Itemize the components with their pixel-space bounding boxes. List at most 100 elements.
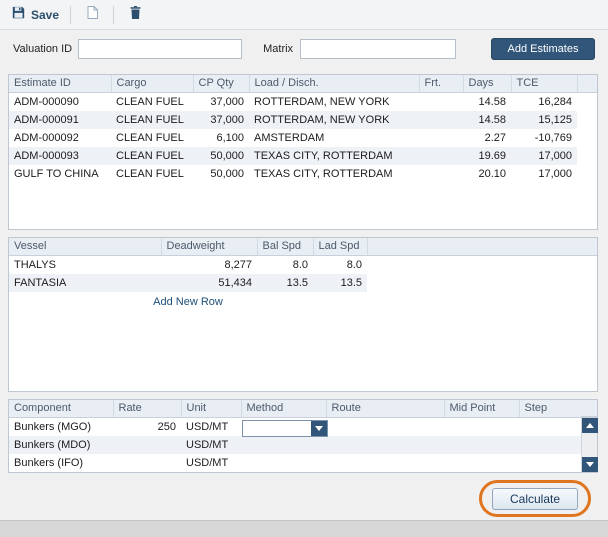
- add-new-row-link[interactable]: Add New Row: [153, 296, 223, 308]
- table-row[interactable]: GULF TO CHINACLEAN FUEL50,000TEXAS CITY,…: [9, 165, 597, 183]
- toolbar-separator: [113, 6, 114, 24]
- column-header: Cargo: [111, 75, 193, 93]
- table-cell[interactable]: [419, 165, 463, 183]
- column-header: Component: [9, 400, 113, 418]
- save-button[interactable]: Save: [12, 6, 59, 24]
- table-cell[interactable]: [113, 454, 181, 472]
- method-dropdown-value: [243, 421, 311, 436]
- table-cell[interactable]: [444, 418, 519, 437]
- table-cell[interactable]: 51,434: [161, 274, 257, 292]
- table-cell[interactable]: USD/MT: [181, 436, 241, 454]
- table-cell[interactable]: -10,769: [511, 129, 577, 147]
- chevron-down-icon[interactable]: [311, 421, 327, 436]
- table-row[interactable]: THALYS8,2778.08.0: [9, 256, 597, 275]
- table-cell[interactable]: USD/MT: [181, 454, 241, 472]
- table-cell[interactable]: 8.0: [313, 256, 367, 275]
- table-row[interactable]: FANTASIA51,43413.513.5: [9, 274, 597, 292]
- table-cell[interactable]: 37,000: [193, 93, 249, 112]
- add-estimates-button[interactable]: Add Estimates: [491, 38, 595, 60]
- scroll-down-button[interactable]: [582, 457, 598, 472]
- table-cell[interactable]: THALYS: [9, 256, 161, 275]
- table-cell[interactable]: [326, 454, 444, 472]
- table-cell[interactable]: [419, 129, 463, 147]
- table-cell[interactable]: [113, 436, 181, 454]
- column-header: Rate: [113, 400, 181, 418]
- table-cell[interactable]: ROTTERDAM, NEW YORK: [249, 93, 419, 112]
- column-header: Mid Point: [444, 400, 519, 418]
- table-cell[interactable]: Bunkers (MGO): [9, 418, 113, 437]
- table-cell[interactable]: AMSTERDAM: [249, 129, 419, 147]
- table-cell[interactable]: 19.69: [463, 147, 511, 165]
- table-cell[interactable]: ADM-000092: [9, 129, 111, 147]
- table-cell[interactable]: CLEAN FUEL: [111, 129, 193, 147]
- table-cell[interactable]: USD/MT: [181, 418, 241, 437]
- new-document-button[interactable]: [82, 5, 102, 25]
- table-row[interactable]: ADM-000092CLEAN FUEL6,100AMSTERDAM 2.27-1…: [9, 129, 597, 147]
- table-cell[interactable]: CLEAN FUEL: [111, 147, 193, 165]
- matrix-input[interactable]: [300, 39, 456, 59]
- table-cell[interactable]: 13.5: [257, 274, 313, 292]
- table-cell[interactable]: 2.27: [463, 129, 511, 147]
- column-header: Estimate ID: [9, 75, 111, 93]
- table-cell[interactable]: [419, 93, 463, 112]
- table-cell[interactable]: TEXAS CITY, ROTTERDAM: [249, 165, 419, 183]
- table-row[interactable]: Bunkers (IFO) USD/MT: [9, 454, 597, 472]
- table-cell[interactable]: TEXAS CITY, ROTTERDAM: [249, 147, 419, 165]
- table-cell[interactable]: [419, 111, 463, 129]
- table-cell[interactable]: 15,125: [511, 111, 577, 129]
- table-row[interactable]: ADM-000090CLEAN FUEL37,000ROTTERDAM, NEW…: [9, 93, 597, 112]
- column-header: Lad Spd: [313, 238, 367, 256]
- table-cell[interactable]: [444, 436, 519, 454]
- table-cell[interactable]: ADM-000090: [9, 93, 111, 112]
- table-cell[interactable]: ROTTERDAM, NEW YORK: [249, 111, 419, 129]
- table-cell[interactable]: Bunkers (IFO): [9, 454, 113, 472]
- column-header: Unit: [181, 400, 241, 418]
- table-cell[interactable]: CLEAN FUEL: [111, 111, 193, 129]
- table-row[interactable]: ADM-000093CLEAN FUEL50,000TEXAS CITY, RO…: [9, 147, 597, 165]
- table-cell[interactable]: [444, 454, 519, 472]
- column-header: Bal Spd: [257, 238, 313, 256]
- vessels-panel: VesselDeadweightBal SpdLad Spd THALYS8,2…: [8, 237, 598, 392]
- calculate-button[interactable]: Calculate: [492, 488, 578, 510]
- vertical-scrollbar[interactable]: [581, 418, 597, 472]
- valuation-id-input[interactable]: [78, 39, 242, 59]
- column-header: Vessel: [9, 238, 161, 256]
- table-cell[interactable]: 14.58: [463, 111, 511, 129]
- table-cell[interactable]: 13.5: [313, 274, 367, 292]
- table-cell[interactable]: FANTASIA: [9, 274, 161, 292]
- table-cell[interactable]: [419, 147, 463, 165]
- method-dropdown[interactable]: [242, 420, 328, 437]
- table-cell[interactable]: 8,277: [161, 256, 257, 275]
- table-cell[interactable]: ADM-000093: [9, 147, 111, 165]
- table-cell[interactable]: 20.10: [463, 165, 511, 183]
- scroll-up-button[interactable]: [582, 418, 598, 433]
- table-row[interactable]: ADM-000091CLEAN FUEL37,000ROTTERDAM, NEW…: [9, 111, 597, 129]
- table-cell[interactable]: CLEAN FUEL: [111, 93, 193, 112]
- table-cell[interactable]: 16,284: [511, 93, 577, 112]
- table-cell[interactable]: [326, 418, 444, 437]
- table-cell[interactable]: ADM-000091: [9, 111, 111, 129]
- table-cell[interactable]: 37,000: [193, 111, 249, 129]
- table-cell[interactable]: [241, 436, 326, 454]
- table-cell[interactable]: [326, 436, 444, 454]
- table-row[interactable]: Bunkers (MDO) USD/MT: [9, 436, 597, 454]
- table-cell[interactable]: 50,000: [193, 165, 249, 183]
- column-header: Frt.: [419, 75, 463, 93]
- table-cell[interactable]: 250: [113, 418, 181, 437]
- column-header: Days: [463, 75, 511, 93]
- table-cell[interactable]: 8.0: [257, 256, 313, 275]
- delete-button[interactable]: [125, 5, 145, 25]
- table-cell[interactable]: 14.58: [463, 93, 511, 112]
- table-cell[interactable]: [241, 454, 326, 472]
- floppy-disk-icon: [12, 6, 25, 24]
- save-label: Save: [31, 8, 59, 22]
- table-cell[interactable]: 17,000: [511, 147, 577, 165]
- table-cell[interactable]: 17,000: [511, 165, 577, 183]
- table-cell[interactable]: 6,100: [193, 129, 249, 147]
- toolbar: Save: [0, 0, 608, 30]
- column-header: Load / Disch.: [249, 75, 419, 93]
- table-cell[interactable]: GULF TO CHINA: [9, 165, 111, 183]
- table-cell[interactable]: 50,000: [193, 147, 249, 165]
- table-cell[interactable]: Bunkers (MDO): [9, 436, 113, 454]
- table-cell[interactable]: CLEAN FUEL: [111, 165, 193, 183]
